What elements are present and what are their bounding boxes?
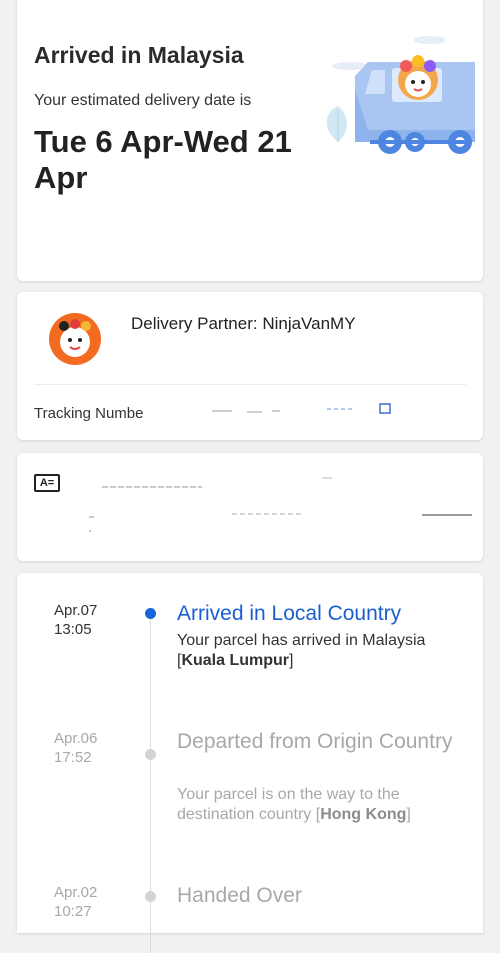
timeline-dot: [145, 749, 156, 760]
eta-dates: Tue 6 Apr-Wed 21 Apr: [34, 124, 292, 195]
event-date: Apr.02: [54, 884, 98, 901]
event-date: Apr.06: [54, 730, 98, 747]
divider: [34, 384, 466, 385]
delivery-partner-card[interactable]: Delivery Partner: NinjaVanMY Tracking Nu…: [17, 292, 483, 440]
event-time: 13:05: [54, 621, 92, 638]
status-title: Arrived in Malaysia: [34, 42, 244, 68]
tracking-timeline: Apr.07 13:05 Arrived in Local Country Yo…: [17, 573, 483, 953]
event-datetime: Apr.02 10:27: [54, 883, 124, 921]
redacted-address: [89, 477, 472, 532]
tracking-number-label: Tracking Numbe: [34, 405, 144, 422]
event-title: Handed Over: [177, 884, 302, 907]
event-title: Departed from Origin Country: [177, 730, 453, 753]
event-description: Your parcel has arrived in Malaysia [Kua…: [177, 632, 426, 669]
timeline-dot-active: [145, 608, 156, 619]
id-card-icon: A=: [34, 474, 60, 492]
ninjavan-logo-icon: [49, 313, 101, 365]
event-time: 10:27: [54, 903, 92, 920]
event-description: Your parcel is on the way to the destina…: [177, 786, 411, 823]
timeline-dot: [145, 891, 156, 902]
copy-icon: [379, 403, 391, 414]
event-datetime: Apr.06 17:52: [54, 729, 124, 767]
event-datetime: Apr.07 13:05: [54, 601, 124, 639]
event-description-text: Your parcel has arrived in Malaysia: [177, 632, 426, 649]
delivery-partner-label: Delivery Partner: NinjaVanMY: [131, 314, 356, 333]
delivery-van-icon: [326, 36, 475, 154]
event-time: 17:52: [54, 749, 92, 766]
status-card: Arrived in Malaysia Your estimated deliv…: [17, 0, 483, 281]
event-date: Apr.07: [54, 602, 98, 619]
eta-label: Your estimated delivery date is: [34, 92, 252, 109]
event-title: Arrived in Local Country: [177, 602, 402, 625]
event-location: Hong Kong: [320, 806, 407, 823]
timeline-line: [150, 613, 151, 953]
event-location: Kuala Lumpur: [181, 652, 290, 669]
redacted-tracking-number: [212, 403, 391, 414]
address-card[interactable]: A=: [17, 453, 483, 561]
